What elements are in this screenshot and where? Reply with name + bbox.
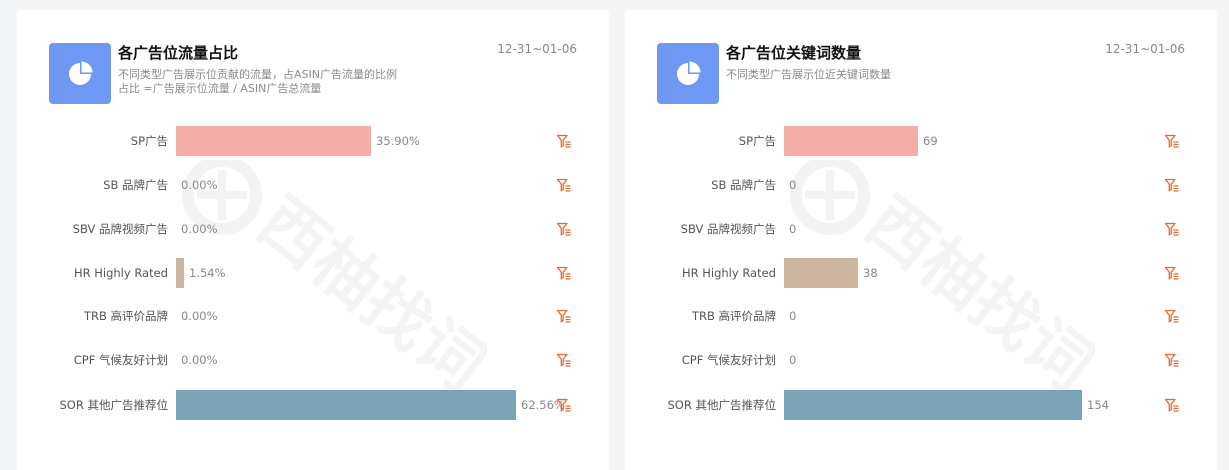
filter-list-icon[interactable] xyxy=(556,221,572,237)
date-range: 12-31~01-06 xyxy=(497,42,577,56)
bar-fill xyxy=(176,390,516,420)
panel-title: 各广告位关键词数量 xyxy=(726,44,862,62)
pie-chart-icon xyxy=(49,43,111,104)
bar-row: TRB 高评价品牌 0.00% xyxy=(17,301,609,331)
bar-value-label: 0.00% xyxy=(181,178,218,192)
filter-list-icon[interactable] xyxy=(1164,177,1180,193)
bar-row: SB 品牌广告 0 xyxy=(625,170,1217,200)
bar-value-label: 0 xyxy=(789,178,797,192)
filter-list-icon[interactable] xyxy=(556,177,572,193)
panel-title: 各广告位流量占比 xyxy=(118,44,239,62)
bar-row-label: TRB 高评价品牌 xyxy=(83,309,168,323)
bar-row: SP广告 69 xyxy=(625,126,1217,156)
description-line: 不同类型广告展示位近关键词数量 xyxy=(726,68,891,81)
bar-row-label: SP广告 xyxy=(738,134,776,148)
bar-row-label: SB 品牌广告 xyxy=(711,178,776,192)
bar-value-label: 154 xyxy=(1087,398,1109,412)
bar-row-label: SBV 品牌视频广告 xyxy=(72,222,168,236)
bar-fill xyxy=(176,258,184,288)
filter-list-icon[interactable] xyxy=(556,265,572,281)
description-formula: 占比 =广告展示位流量 / ASIN广告总流量 xyxy=(118,82,322,95)
filter-list-icon[interactable] xyxy=(556,352,572,368)
bar-row: TRB 高评价品牌 0 xyxy=(625,301,1217,331)
bar-value-label: 0.00% xyxy=(181,353,218,367)
panel-description: 不同类型广告展示位近关键词数量 xyxy=(726,68,891,82)
filter-list-icon[interactable] xyxy=(1164,265,1180,281)
bar-row-label: SOR 其他广告推荐位 xyxy=(667,398,777,412)
bar-value-label: 69 xyxy=(923,134,938,148)
traffic-share-panel: 各广告位流量占比 12-31~01-06 不同类型广告展示位贡献的流量，占ASI… xyxy=(17,10,609,470)
bar-row-label: HR Highly Rated xyxy=(73,266,168,280)
bar-row-label: HR Highly Rated xyxy=(681,266,776,280)
bar-value-label: 35.90% xyxy=(376,134,420,148)
bar-row: CPF 气候友好计划 0.00% xyxy=(17,345,609,375)
filter-list-icon[interactable] xyxy=(1164,352,1180,368)
bar-value-label: 0.00% xyxy=(181,222,218,236)
bar-row: HR Highly Rated 1.54% xyxy=(17,258,609,288)
filter-list-icon[interactable] xyxy=(1164,308,1180,324)
bar-value-label: 1.54% xyxy=(189,266,226,280)
bar-fill xyxy=(784,258,858,288)
bar-row-label: SB 品牌广告 xyxy=(103,178,168,192)
filter-list-icon[interactable] xyxy=(556,308,572,324)
bar-fill xyxy=(784,390,1082,420)
bar-row-label: SOR 其他广告推荐位 xyxy=(59,398,169,412)
bar-row: SOR 其他广告推荐位 62.56% xyxy=(17,390,609,420)
bar-row: HR Highly Rated 38 xyxy=(625,258,1217,288)
bar-row-label: SBV 品牌视频广告 xyxy=(680,222,776,236)
filter-list-icon[interactable] xyxy=(1164,397,1180,413)
date-range: 12-31~01-06 xyxy=(1105,42,1185,56)
filter-list-icon[interactable] xyxy=(1164,221,1180,237)
panel-description: 不同类型广告展示位贡献的流量，占ASIN广告流量的比例 占比 =广告展示位流量 … xyxy=(118,68,397,96)
filter-list-icon[interactable] xyxy=(1164,133,1180,149)
bar-fill xyxy=(176,126,371,156)
bar-row: SP广告 35.90% xyxy=(17,126,609,156)
bar-row: CPF 气候友好计划 0 xyxy=(625,345,1217,375)
bar-row: SBV 品牌视频广告 0.00% xyxy=(17,214,609,244)
bar-row: SBV 品牌视频广告 0 xyxy=(625,214,1217,244)
bar-row: SOR 其他广告推荐位 154 xyxy=(625,390,1217,420)
description-line: 不同类型广告展示位贡献的流量，占ASIN广告流量的比例 xyxy=(118,68,397,81)
bar-value-label: 0 xyxy=(789,222,797,236)
bar-value-label: 0.00% xyxy=(181,309,218,323)
bar-value-label: 38 xyxy=(863,266,878,280)
keyword-count-panel: 各广告位关键词数量 12-31~01-06 不同类型广告展示位近关键词数量 西柚… xyxy=(625,10,1217,470)
bar-row-label: TRB 高评价品牌 xyxy=(691,309,776,323)
pie-chart-icon xyxy=(657,43,719,104)
bar-row: SB 品牌广告 0.00% xyxy=(17,170,609,200)
bar-row-label: CPF 气候友好计划 xyxy=(73,353,168,367)
bar-row-label: SP广告 xyxy=(130,134,168,148)
bar-value-label: 0 xyxy=(789,309,797,323)
filter-list-icon[interactable] xyxy=(556,397,572,413)
bar-value-label: 0 xyxy=(789,353,797,367)
bar-row-label: CPF 气候友好计划 xyxy=(681,353,776,367)
bar-fill xyxy=(784,126,918,156)
filter-list-icon[interactable] xyxy=(556,133,572,149)
